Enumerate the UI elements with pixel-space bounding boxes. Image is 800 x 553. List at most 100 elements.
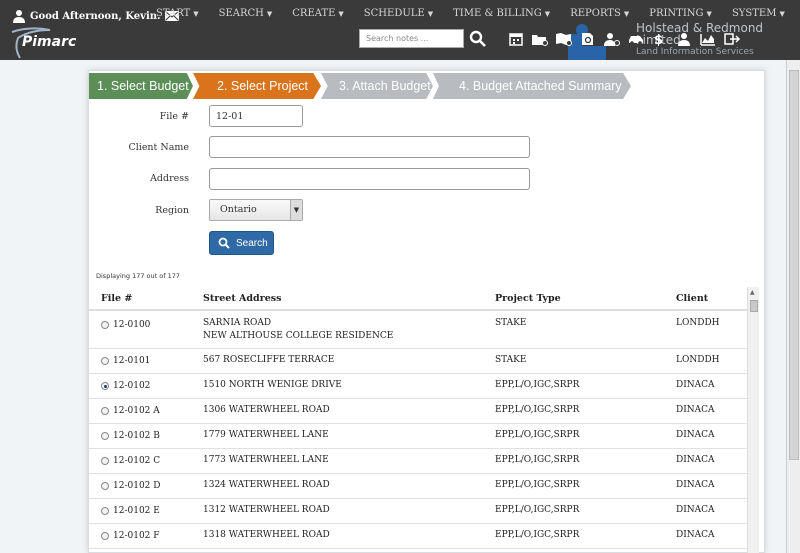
wizard-step-select-budget[interactable]: 1. Select Budget: [89, 73, 193, 99]
search-button-label: Search: [236, 237, 268, 249]
window-scrollbar[interactable]: [786, 60, 800, 553]
cell-project-type: EPP,L/O,IGC,SRPR: [495, 455, 580, 465]
table-row[interactable]: 12-0102 B 1779 WATERWHEEL LANE EPP,L/O,I…: [89, 424, 747, 449]
column-header-file[interactable]: File #: [101, 293, 132, 304]
wizard-step-select-project[interactable]: 2. Select Project: [193, 73, 321, 99]
row-radio[interactable]: [101, 482, 109, 490]
address-input[interactable]: [209, 168, 530, 190]
wizard-steps: 1. Select Budget 2. Select Project 3. At…: [89, 73, 649, 99]
chart-icon[interactable]: [697, 31, 719, 47]
region-select[interactable]: Ontario ▼: [209, 199, 303, 221]
column-header-street-address[interactable]: Street Address: [203, 293, 281, 304]
cell-street: 1510 NORTH WENIGE DRIVE: [203, 380, 342, 390]
file-number-input[interactable]: [209, 105, 303, 127]
table-row[interactable]: 12-0102 A 1306 WATERWHEEL ROAD EPP,L/O,I…: [89, 399, 747, 424]
chevron-down-icon: ▼: [779, 10, 785, 18]
cell-street: 1318 WATERWHEEL ROAD: [203, 530, 330, 540]
company-subtitle: Land Information Services: [636, 47, 754, 57]
table-row[interactable]: 12-0102 1510 NORTH WENIGE DRIVE EPP,L/O,…: [89, 374, 747, 399]
menu-time-billing[interactable]: TIME & BILLING ▼: [453, 8, 550, 19]
folder-search-icon[interactable]: [529, 31, 551, 47]
cell-project-type: EPP,L/O,IGC,SRPR: [495, 430, 580, 440]
document-search-icon[interactable]: [577, 31, 599, 47]
calendar-icon[interactable]: [505, 31, 527, 47]
menu-start[interactable]: START ▼: [156, 8, 199, 19]
cell-file: 12-0102 E: [113, 506, 160, 516]
scrollbar-thumb[interactable]: [750, 300, 758, 312]
table-header: File # Street Address Project Type Clien…: [89, 287, 747, 311]
cell-street-line2: NEW ALTHOUSE COLLEGE RESIDENCE: [203, 331, 394, 341]
map-search-icon[interactable]: [553, 31, 575, 47]
region-label: Region: [155, 205, 189, 216]
money-icon[interactable]: $: [649, 31, 671, 47]
cell-street: 1312 WATERWHEEL ROAD: [203, 505, 330, 515]
search-icon[interactable]: [469, 30, 487, 48]
column-header-project-type[interactable]: Project Type: [495, 293, 561, 304]
cell-file: 12-0102 D: [113, 481, 161, 491]
cell-client: DINACA: [676, 430, 715, 440]
table-row[interactable]: 12-0101 567 ROSECLIFFE TERRACE STAKE LON…: [89, 349, 747, 374]
greeting-text: Good Afternoon, Kevin.: [30, 10, 161, 22]
scroll-up-icon[interactable]: ▲: [750, 289, 755, 296]
brand-logo[interactable]: Pimarc: [22, 34, 76, 50]
search-notes-input[interactable]: [359, 29, 464, 48]
cell-project-type: EPP,L/O,IGC,SRPR: [495, 480, 580, 490]
user-icon[interactable]: [12, 9, 26, 23]
row-radio[interactable]: [101, 432, 109, 440]
cell-project-type: EPP,L/O,IGC,SRPR: [495, 530, 580, 540]
table-row[interactable]: 12-0102 C 1773 WATERWHEEL LANE EPP,L/O,I…: [89, 449, 747, 474]
search-button[interactable]: Search: [209, 231, 274, 255]
menu-create[interactable]: CREATE ▼: [292, 8, 344, 19]
menu-schedule[interactable]: SCHEDULE ▼: [364, 8, 433, 19]
table-row[interactable]: 12-0102 D 1324 WATERWHEEL ROAD EPP,L/O,I…: [89, 474, 747, 499]
file-number-label: File #: [159, 111, 189, 122]
person-icon[interactable]: [673, 31, 695, 47]
client-name-input[interactable]: [209, 136, 530, 158]
chevron-down-icon: ▼: [623, 10, 630, 18]
chevron-down-icon: ▼: [544, 10, 551, 18]
cell-street: SARNIA ROAD: [203, 318, 272, 328]
chevron-down-icon: ▼: [706, 10, 712, 18]
menu-search[interactable]: SEARCH ▼: [219, 8, 273, 19]
cell-client: LONDDH: [676, 355, 720, 365]
chevron-down-icon[interactable]: ▼: [290, 200, 302, 220]
top-navigation-bar: Good Afternoon, Kevin. Pimarc START ▼ SEA…: [0, 0, 800, 60]
results-table: File # Street Address Project Type Clien…: [89, 287, 765, 553]
cell-project-type: EPP,L/O,IGC,SRPR: [495, 505, 580, 515]
row-radio[interactable]: [101, 382, 109, 390]
row-radio[interactable]: [101, 532, 109, 540]
region-selected-value: Ontario: [220, 204, 257, 215]
cell-file: 12-0101: [113, 356, 151, 366]
chevron-down-icon: ▼: [338, 10, 344, 18]
greeting-area: Good Afternoon, Kevin.: [12, 8, 179, 24]
cell-street: 1779 WATERWHEEL LANE: [203, 430, 329, 440]
menu-printing[interactable]: PRINTING ▼: [649, 8, 712, 19]
cell-street: 567 ROSECLIFFE TERRACE: [203, 355, 335, 365]
window-scrollbar-thumb[interactable]: [789, 70, 799, 460]
table-scrollbar[interactable]: ▲: [747, 287, 759, 553]
wizard-step-attach-budget[interactable]: 3. Attach Budget: [321, 73, 433, 99]
table-row[interactable]: 12-0102 F 1318 WATERWHEEL ROAD EPP,L/O,I…: [89, 524, 747, 549]
cell-client: DINACA: [676, 530, 715, 540]
wizard-step-budget-attached-summary[interactable]: 4. Budget Attached Summary: [433, 73, 631, 99]
toolbar-icons: $: [505, 31, 745, 47]
logout-icon[interactable]: [721, 31, 743, 47]
row-radio[interactable]: [101, 407, 109, 415]
row-radio[interactable]: [101, 357, 109, 365]
table-row[interactable]: 12-0102 E 1312 WATERWHEEL ROAD EPP,L/O,I…: [89, 499, 747, 524]
row-radio[interactable]: [101, 321, 109, 329]
car-icon[interactable]: [625, 31, 647, 47]
cell-file: 12-0102 B: [113, 431, 160, 441]
menu-system[interactable]: SYSTEM ▼: [732, 8, 785, 19]
user-search-icon[interactable]: [601, 31, 623, 47]
main-menu: START ▼ SEARCH ▼ CREATE ▼ SCHEDULE ▼ TIME & …: [156, 8, 800, 19]
menu-reports[interactable]: REPORTS ▼: [570, 8, 629, 19]
cell-file: 12-0100: [113, 320, 151, 330]
row-radio[interactable]: [101, 507, 109, 515]
cell-project-type: STAKE: [495, 355, 527, 365]
cell-client: DINACA: [676, 480, 715, 490]
column-header-client[interactable]: Client: [676, 293, 708, 304]
cell-client: DINACA: [676, 505, 715, 515]
table-row[interactable]: 12-0100 SARNIA ROAD NEW ALTHOUSE COLLEGE…: [89, 311, 747, 349]
row-radio[interactable]: [101, 457, 109, 465]
